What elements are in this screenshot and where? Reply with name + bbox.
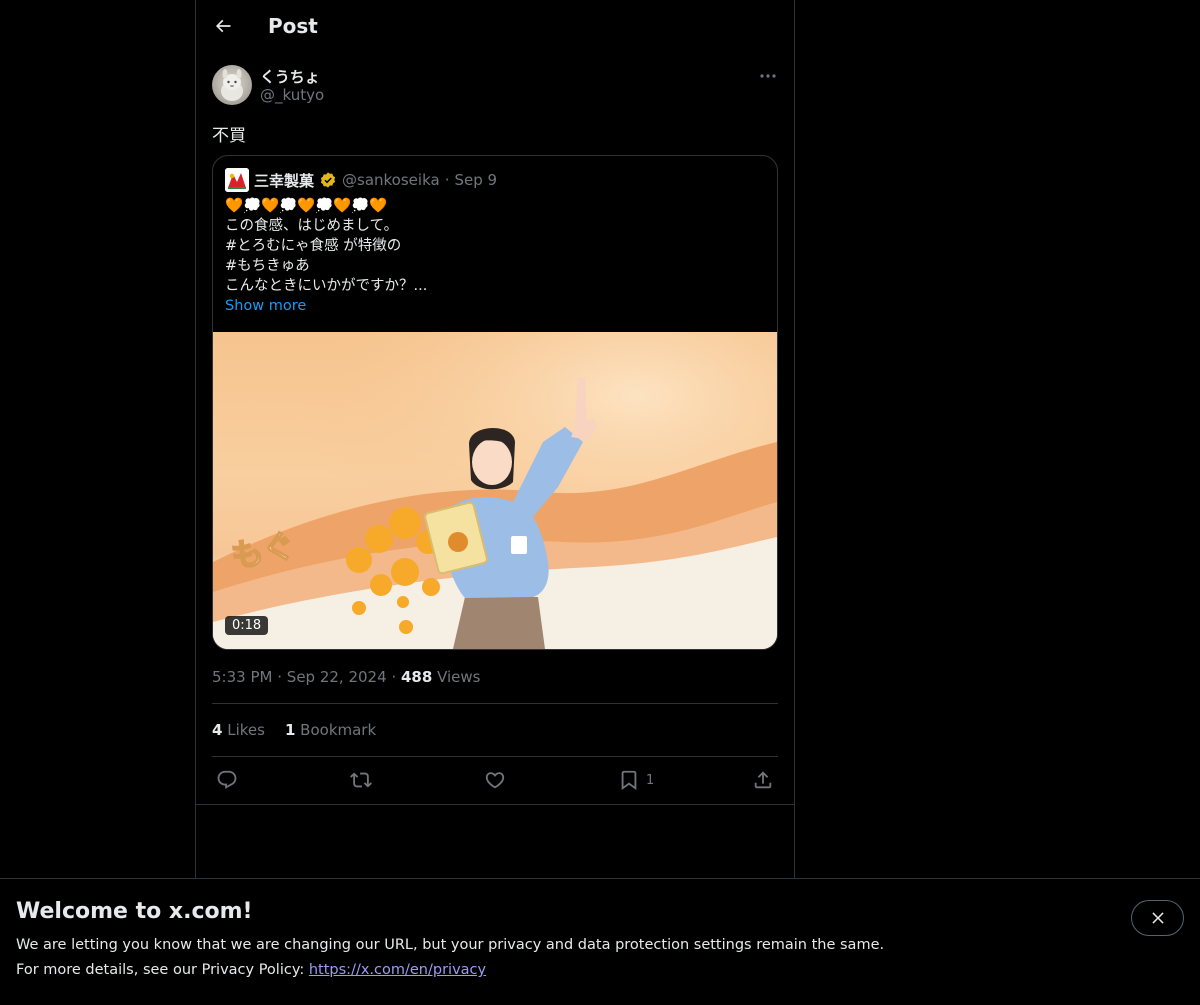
repost-button[interactable]: [350, 768, 372, 792]
views-label: Views: [437, 668, 481, 686]
bookmark-icon: [621, 770, 637, 791]
more-options-button[interactable]: [756, 66, 780, 86]
share-icon: [754, 771, 772, 789]
quoted-author-handle[interactable]: @sankoseika: [342, 171, 440, 189]
back-button[interactable]: [206, 9, 240, 43]
separator-dot: ·: [277, 668, 283, 686]
reply-button[interactable]: [216, 768, 238, 792]
likes-label: Likes: [227, 721, 265, 739]
repost-icon: [350, 772, 372, 788]
video-thumbnail-illustration: もぐ: [213, 332, 777, 649]
quoted-text-line: #とろむにゃ食感 が特徴の: [225, 238, 402, 254]
sanko-logo-image: [225, 168, 249, 192]
avatar-image: [221, 69, 243, 101]
quoted-text-line: こんなときにいかがですか？...: [225, 278, 428, 294]
views-count: 488: [400, 668, 433, 686]
banner-message: For more details, see our Privacy Policy…: [16, 962, 486, 978]
quoted-post[interactable]: 三幸製菓 @sankoseika · Sep 9 🧡💭🧡💭🧡💭🧡💭🧡 この食感、…: [212, 155, 778, 650]
author-handle[interactable]: @_kutyo: [260, 86, 324, 104]
likes-count: 4: [212, 721, 223, 739]
share-button[interactable]: [752, 768, 774, 792]
author-avatar[interactable]: [212, 65, 252, 105]
post-stats: 4 Likes 1 Bookmark: [212, 721, 376, 739]
page-title: Post: [268, 14, 318, 38]
bookmarks-stat[interactable]: 1 Bookmark: [285, 721, 376, 739]
arrow-left-icon: [215, 19, 231, 33]
banner-close-button[interactable]: [1131, 900, 1184, 936]
bookmark-count: 1: [646, 772, 655, 788]
quoted-text-line: #もちきゅあ: [225, 258, 310, 274]
quoted-post-header: 三幸製菓 @sankoseika · Sep 9: [225, 168, 497, 192]
reply-bubble-icon: [217, 770, 237, 789]
divider: [196, 804, 794, 805]
banner-message: We are letting you know that we are chan…: [16, 937, 885, 953]
welcome-banner: Welcome to x.com! We are letting you kno…: [0, 878, 1200, 1005]
post-header: Post: [196, 0, 794, 54]
quoted-post-text: 🧡💭🧡💭🧡💭🧡💭🧡 この食感、はじめまして。 #とろむにゃ食感 が特徴の #もち…: [225, 196, 765, 316]
timeline-column: Post くうちょ @_kutyo 不買 三幸製菓 @sankoseika · …: [195, 0, 795, 1005]
divider: [212, 703, 778, 704]
privacy-policy-link[interactable]: https://x.com/en/privacy: [309, 962, 486, 978]
emoji-line: 🧡💭🧡💭🧡💭🧡💭🧡: [225, 198, 388, 214]
video-player[interactable]: もぐ 0:18: [213, 332, 777, 649]
bookmarks-label: Bookmark: [300, 721, 377, 739]
post-time[interactable]: 5:33 PM: [212, 668, 272, 686]
likes-stat[interactable]: 4 Likes: [212, 721, 265, 739]
separator-dot: ·: [444, 171, 450, 189]
quoted-post-date[interactable]: Sep 9: [454, 171, 497, 189]
close-x-icon: [1151, 912, 1164, 924]
divider: [212, 756, 778, 757]
bookmark-button[interactable]: 1: [618, 768, 654, 792]
action-bar: 1: [212, 768, 778, 792]
more-dots-icon: [760, 74, 776, 78]
banner-privacy-prefix: For more details, see our Privacy Policy…: [16, 962, 309, 978]
show-more-link[interactable]: Show more: [225, 296, 765, 316]
quoted-author-name[interactable]: 三幸製菓: [254, 170, 314, 191]
quoted-author-avatar[interactable]: [225, 168, 249, 192]
video-duration: 0:18: [225, 616, 269, 635]
heart-icon: [485, 772, 505, 789]
post-date[interactable]: Sep 22, 2024: [287, 668, 387, 686]
bookmarks-count: 1: [284, 721, 296, 739]
verified-gold-badge-icon: [320, 172, 336, 188]
author-name[interactable]: くうちょ: [260, 66, 320, 87]
quoted-text-line: この食感、はじめまして。: [225, 218, 399, 234]
like-button[interactable]: [484, 768, 506, 792]
separator-dot: ·: [391, 668, 397, 686]
banner-title: Welcome to x.com!: [16, 899, 253, 924]
post-meta: 5:33 PM · Sep 22, 2024 · 488 Views: [212, 668, 481, 686]
post-text: 不買: [212, 126, 246, 146]
